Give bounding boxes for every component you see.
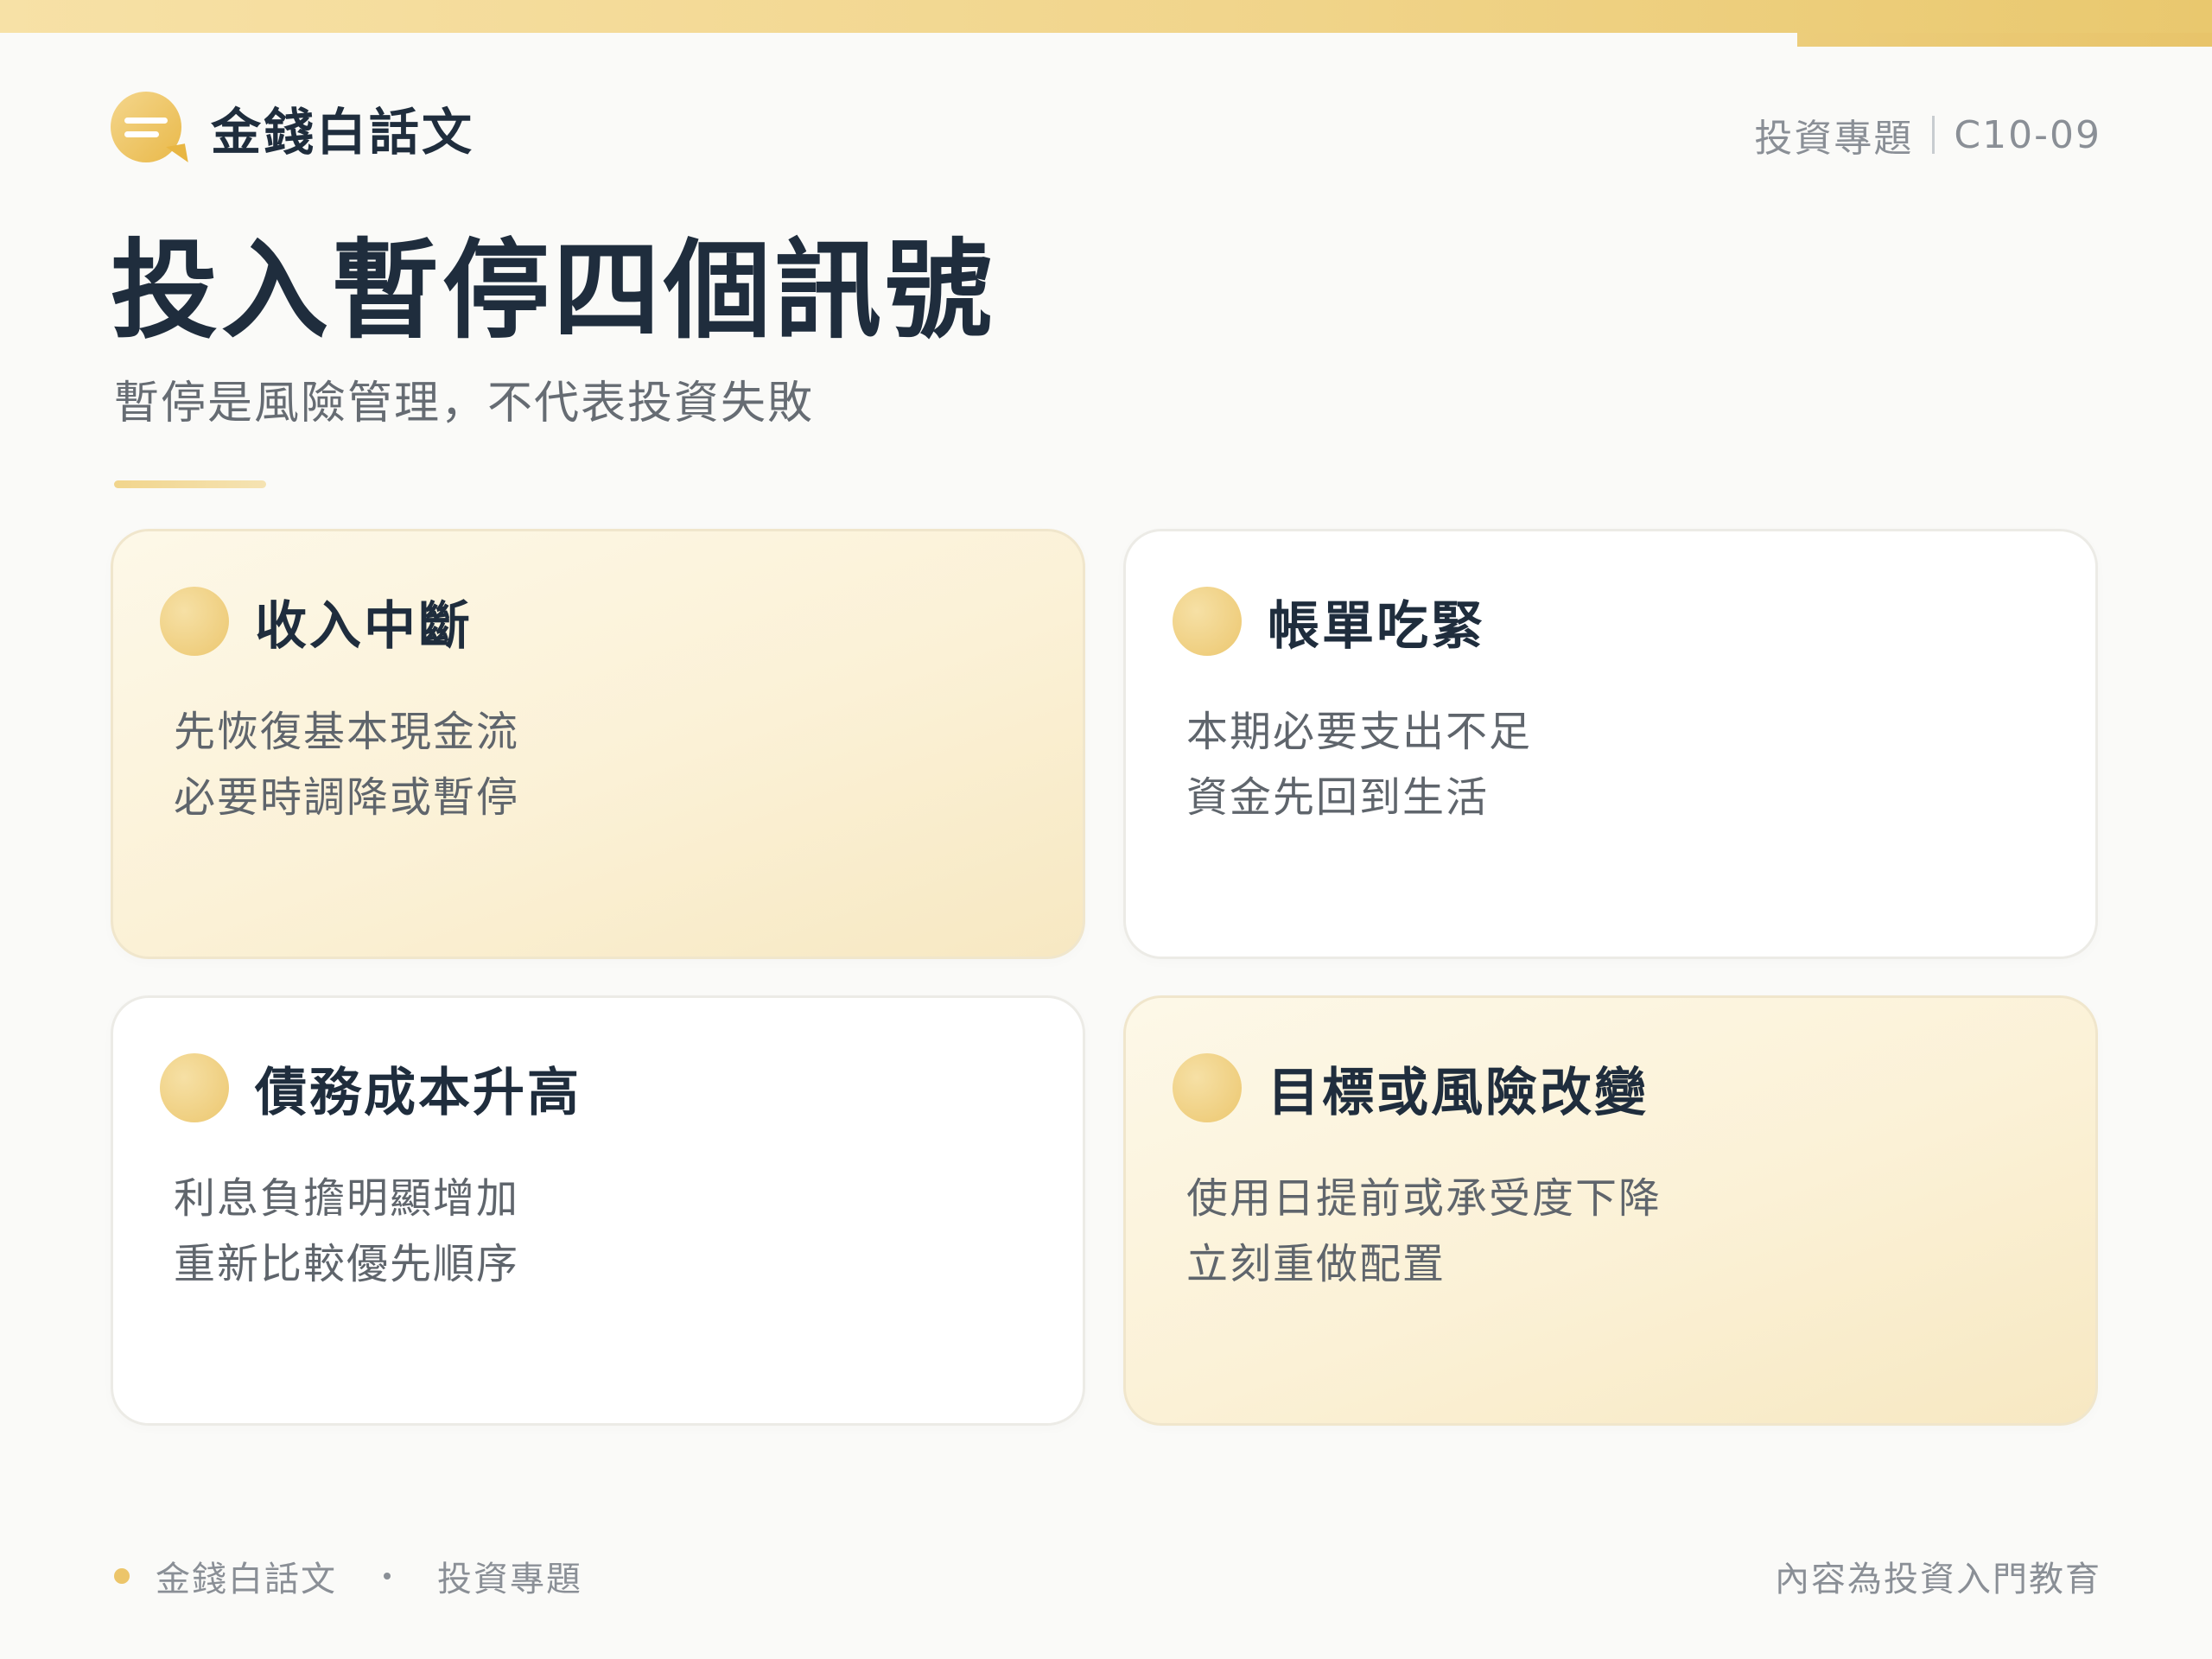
card-header: 目標或風險改變: [1173, 1050, 1649, 1126]
top-accent-tab: [1797, 33, 2212, 47]
card-body: 本期必要支出不足 資金先回到生活: [1186, 699, 1532, 830]
card-line: 立刻重做配置: [1186, 1240, 1446, 1288]
card-header: 帳單吃緊: [1173, 583, 1485, 659]
title-underline: [114, 480, 266, 488]
card-body: 利息負擔明顯增加 重新比較優先順序: [174, 1166, 519, 1297]
bullet-dot-icon: [160, 587, 229, 656]
bullet-dot-icon: [1173, 587, 1242, 656]
footer-left: 金錢白話文 投資專題: [114, 1552, 582, 1600]
bullet-dot-icon: [160, 1053, 229, 1122]
top-accent-bar: [0, 0, 2212, 33]
page-subtitle: 暫停是風險管理，不代表投資失敗: [114, 378, 815, 429]
card-body: 先恢復基本現金流 必要時調降或暫停: [174, 699, 519, 830]
footer-brand: 金錢白話文: [156, 1560, 337, 1599]
card-line: 利息負擔明顯增加: [174, 1174, 520, 1223]
footer-category: 投資專題: [437, 1560, 582, 1599]
card-line: 資金先回到生活: [1186, 773, 1490, 822]
bullet-dot-icon: [1173, 1053, 1242, 1122]
card-header: 收入中斷: [160, 583, 473, 659]
header-category: 投資專題: [1754, 117, 1914, 161]
signal-card: 債務成本升高 利息負擔明顯增加 重新比較優先順序: [111, 995, 1085, 1426]
card-title: 債務成本升高: [255, 1062, 582, 1123]
card-title: 帳單吃緊: [1268, 595, 1485, 657]
card-line: 重新比較優先順序: [174, 1240, 520, 1288]
card-title: 收入中斷: [255, 595, 473, 657]
card-line: 先恢復基本現金流: [174, 708, 520, 756]
brand-logo: 金錢白話文: [111, 92, 475, 166]
footer-note: 內容為投資入門教育: [1775, 1560, 2101, 1599]
card-body: 使用日提前或承受度下降 立刻重做配置: [1186, 1166, 1662, 1297]
footer-bullet-icon: [114, 1568, 130, 1584]
card-line: 必要時調降或暫停: [174, 773, 520, 822]
card-title: 目標或風險改變: [1268, 1062, 1649, 1123]
header-meta: 投資專題 C10-09: [1754, 107, 2101, 162]
chat-bubble-icon: [111, 92, 188, 166]
card-line: 本期必要支出不足: [1186, 708, 1533, 756]
page-title: 投入暫停四個訊號: [111, 229, 996, 353]
header-code: C10-09: [1954, 112, 2101, 157]
signal-card: 帳單吃緊 本期必要支出不足 資金先回到生活: [1123, 529, 2098, 959]
signal-card: 目標或風險改變 使用日提前或承受度下降 立刻重做配置: [1123, 995, 2098, 1426]
card-header: 債務成本升高: [160, 1050, 582, 1126]
card-line: 使用日提前或承受度下降: [1186, 1174, 1662, 1223]
footer-separator-icon: [384, 1573, 391, 1580]
brand-name: 金錢白話文: [211, 103, 475, 162]
signal-card: 收入中斷 先恢復基本現金流 必要時調降或暫停: [111, 529, 1085, 959]
header-divider: [1932, 116, 1936, 154]
